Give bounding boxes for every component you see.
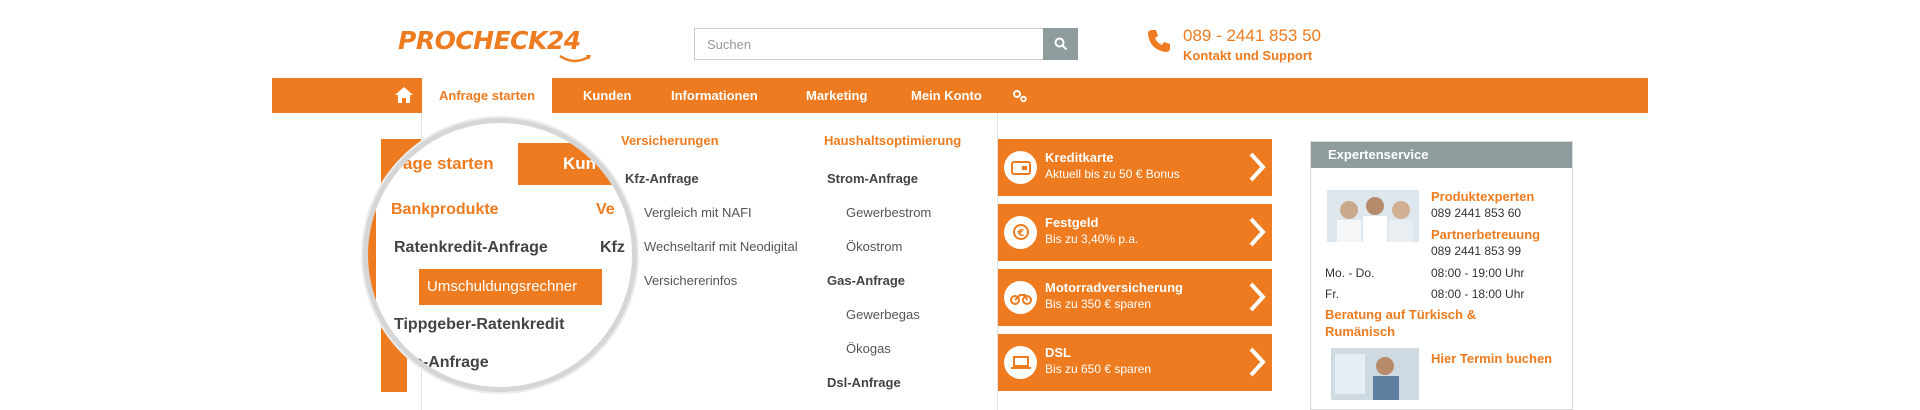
main-navigation: Anfrage starten Kunden Informationen Mar… xyxy=(272,78,1648,118)
magnified-tab-anfrage-starten: Anfrage starten xyxy=(368,143,518,185)
support-phone[interactable]: 089 - 2441 853 50 xyxy=(1183,26,1321,46)
contact-support-link[interactable]: Kontakt und Support xyxy=(1183,48,1312,63)
dsl-anfrage-link[interactable]: Dsl-Anfrage xyxy=(827,375,901,390)
credit-card-icon xyxy=(1004,151,1037,184)
promo-tile-dsl[interactable]: DSL Bis zu 650 € sparen xyxy=(998,334,1272,391)
magnified-tippgeber-ratenkredit: Tippgeber-Ratenkredit xyxy=(394,316,565,333)
hours-time: 08:00 - 18:00 Uhr xyxy=(1431,287,1525,301)
nav-marketing[interactable]: Marketing xyxy=(806,78,867,113)
termin-buchen-link[interactable]: Hier Termin buchen xyxy=(1431,351,1552,366)
promo-tile-festgeld[interactable]: € Festgeld Bis zu 3,40% p.a. xyxy=(998,204,1272,261)
promo-tile-kreditkarte[interactable]: Kreditkarte Aktuell bis zu 50 € Bonus xyxy=(998,139,1272,196)
magnified-ratenkredit-anfrage: Ratenkredit-Anfrage xyxy=(394,239,548,256)
strom-anfrage-link[interactable]: Strom-Anfrage xyxy=(827,171,918,186)
zoom-magnifier: Anfrage starten Kun Bankprodukte Ve Rate… xyxy=(363,118,637,392)
gewerbestrom-link[interactable]: Gewerbestrom xyxy=(846,205,931,220)
home-icon[interactable] xyxy=(394,86,414,104)
magnified-umschuldungsrechner: Umschuldungsrechner xyxy=(419,269,602,305)
nav-anfrage-starten[interactable]: Anfrage starten xyxy=(422,78,553,118)
laptop-icon xyxy=(1004,346,1037,379)
tile-title: Kreditkarte xyxy=(1045,150,1114,165)
magnified-giro-anfrage: Giro-Anfrage xyxy=(390,354,489,371)
hours-time: 08:00 - 19:00 Uhr xyxy=(1431,266,1525,280)
magnified-kfz-partial: Kfz xyxy=(600,239,625,256)
versicherungen-heading[interactable]: Versicherungen xyxy=(621,133,719,148)
chevron-right-icon xyxy=(1249,282,1266,312)
partnerbetreuung-label: Partnerbetreuung xyxy=(1431,227,1541,242)
magnified-umschuldungsrechner-label: Umschuldungsrechner xyxy=(427,278,578,295)
advisor-photo xyxy=(1331,348,1419,400)
magnified-left-strip xyxy=(368,185,376,365)
gewerbegas-link[interactable]: Gewerbegas xyxy=(846,307,920,322)
logo-swoosh-icon xyxy=(559,54,591,63)
support-team-photo xyxy=(1327,190,1419,242)
tile-subtitle: Bis zu 3,40% p.a. xyxy=(1045,232,1139,246)
beratung-label-line1: Beratung auf Türkisch & xyxy=(1325,307,1476,322)
magnified-tab-label: Anfrage starten xyxy=(368,154,494,173)
oekogas-link[interactable]: Ökogas xyxy=(846,341,891,356)
logo-text: PROCHECK24 xyxy=(398,26,581,55)
tile-title: DSL xyxy=(1045,345,1071,360)
produktexperten-phone[interactable]: 089 2441 853 60 xyxy=(1431,206,1521,220)
magnified-bankprodukte-heading: Bankprodukte xyxy=(391,201,499,218)
nav-informationen[interactable]: Informationen xyxy=(671,78,758,113)
motorcycle-icon xyxy=(1004,281,1037,314)
kfz-anfrage-link[interactable]: Kfz-Anfrage xyxy=(625,171,699,186)
produktexperten-label: Produktexperten xyxy=(1431,189,1535,204)
expertenservice-title: Expertenservice xyxy=(1311,142,1572,168)
magnified-ve-heading: Ve xyxy=(596,201,615,218)
procheck24-logo[interactable]: PROCHECK24 xyxy=(398,24,598,64)
gas-anfrage-link[interactable]: Gas-Anfrage xyxy=(827,273,905,288)
chevron-right-icon xyxy=(1249,217,1266,247)
nav-mein-konto[interactable]: Mein Konto xyxy=(911,78,982,113)
search-button[interactable] xyxy=(1043,28,1078,60)
magnified-tab-kunden: Kun xyxy=(563,154,597,173)
tile-subtitle: Bis zu 350 € sparen xyxy=(1045,297,1152,311)
promo-tile-motorradversicherung[interactable]: Motorradversicherung Bis zu 350 € sparen xyxy=(998,269,1272,326)
beratung-label-line2: Rumänisch xyxy=(1325,324,1396,339)
nav-kunden[interactable]: Kunden xyxy=(583,78,631,113)
phone-icon xyxy=(1148,30,1170,52)
wechseltarif-neodigital-link[interactable]: Wechseltarif mit Neodigital xyxy=(644,239,798,254)
search-input[interactable] xyxy=(694,28,1043,60)
tile-subtitle: Bis zu 650 € sparen xyxy=(1045,362,1152,376)
partnerbetreuung-phone[interactable]: 089 2441 853 99 xyxy=(1431,244,1521,258)
tile-title: Motorradversicherung xyxy=(1045,280,1183,295)
tile-title: Festgeld xyxy=(1045,215,1099,230)
oekostrom-link[interactable]: Ökostrom xyxy=(846,239,902,254)
settings-gears-icon[interactable] xyxy=(1012,89,1028,103)
hours-day: Fr. xyxy=(1325,287,1339,301)
hours-day: Mo. - Do. xyxy=(1325,266,1375,280)
versichererinfos-link[interactable]: Versichererinfos xyxy=(644,273,737,288)
chevron-right-icon xyxy=(1249,347,1266,377)
euro-coin-icon: € xyxy=(1004,216,1037,249)
tile-subtitle: Aktuell bis zu 50 € Bonus xyxy=(1045,167,1180,181)
haushaltsoptimierung-heading[interactable]: Haushaltsoptimierung xyxy=(824,133,961,148)
expertenservice-box: Expertenservice Produktexperten 089 2441… xyxy=(1310,141,1573,410)
chevron-right-icon xyxy=(1249,152,1266,182)
svg-text:€: € xyxy=(1016,228,1024,239)
search-icon xyxy=(1054,37,1067,51)
vergleich-nafi-link[interactable]: Vergleich mit NAFI xyxy=(644,205,752,220)
search-bar xyxy=(694,28,1078,60)
